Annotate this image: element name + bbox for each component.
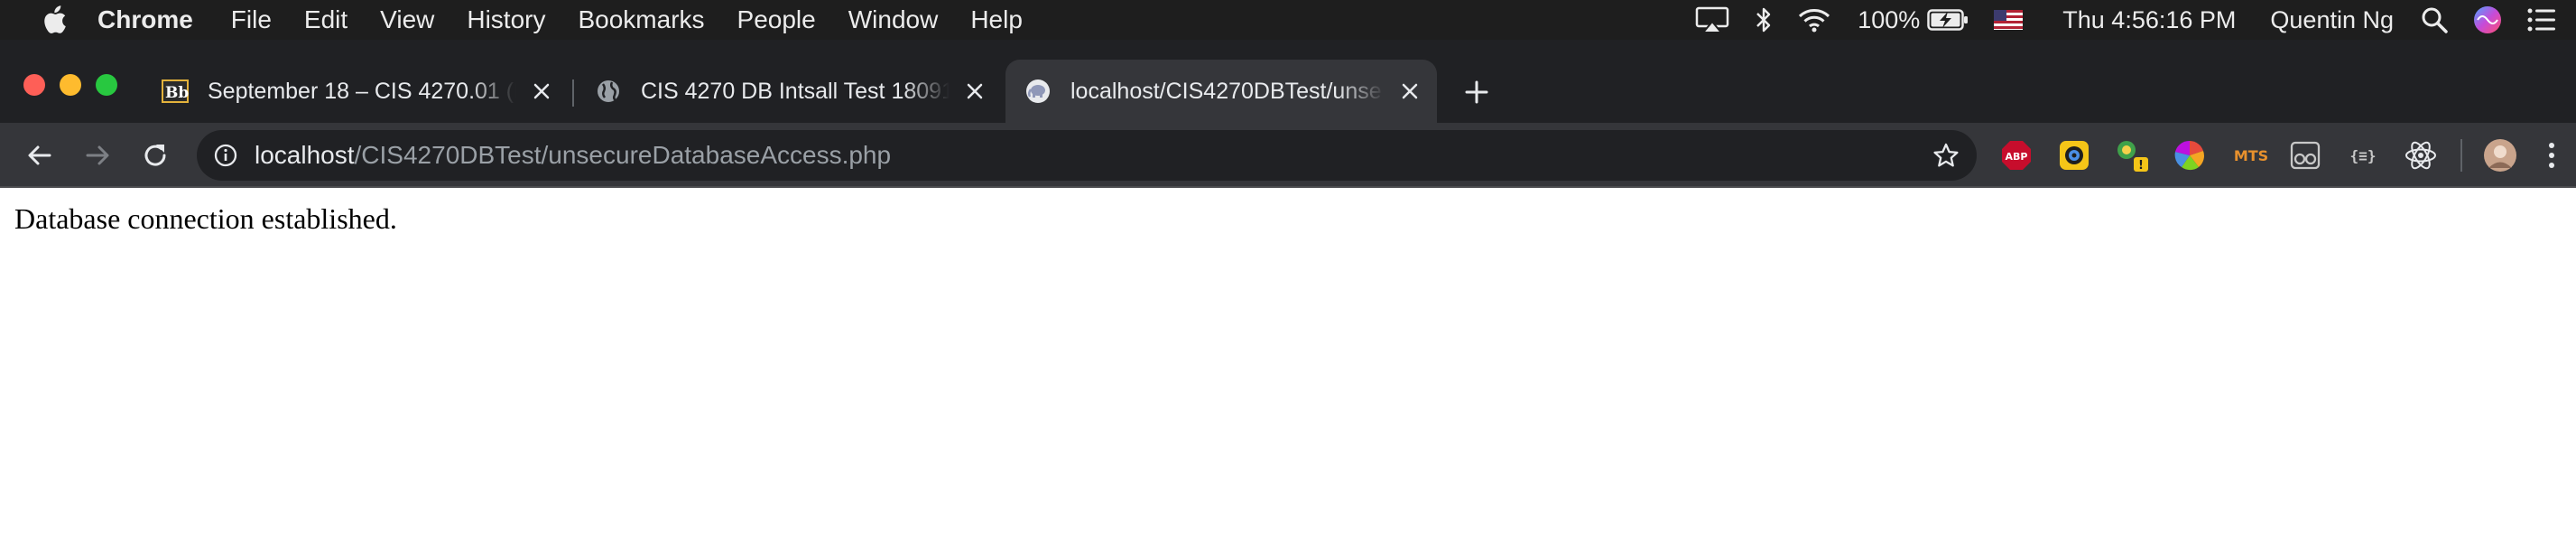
close-icon[interactable] — [1395, 77, 1424, 106]
close-icon[interactable] — [960, 77, 989, 106]
address-bar[interactable]: localhost/CIS4270DBTest/unsecureDatabase… — [197, 130, 1977, 181]
json-label: {≡} — [2350, 147, 2377, 164]
adblock-plus-icon[interactable]: ABP — [1998, 137, 2034, 173]
tab-title: localhost/CIS4270DBTest/unse — [1070, 78, 1382, 104]
reload-button[interactable] — [137, 137, 173, 173]
menu-people[interactable]: People — [721, 0, 832, 40]
tab-blackboard[interactable]: Bb September 18 – CIS 4270.01 (F — [144, 60, 569, 123]
menu-bar-clock[interactable]: Thu 4:56:16 PM — [2035, 0, 2256, 40]
menu-help[interactable]: Help — [954, 0, 1039, 40]
apple-menu-icon[interactable] — [34, 0, 74, 40]
fast-user-switch-name[interactable]: Quentin Ng — [2256, 0, 2408, 40]
chrome-menu-icon[interactable] — [2538, 137, 2565, 173]
connection-status-message: Database connection established. — [14, 202, 397, 235]
forward-button[interactable] — [79, 137, 116, 173]
tab-separator — [572, 79, 574, 107]
abp-label: ABP — [2006, 151, 2028, 163]
reader-glasses-extension-icon[interactable] — [2287, 137, 2323, 173]
window-zoom-button[interactable] — [96, 74, 117, 96]
notification-center-icon[interactable] — [2515, 0, 2576, 40]
menu-window[interactable]: Window — [832, 0, 955, 40]
tab-title: CIS 4270 DB Intsall Test 18091 — [641, 78, 950, 104]
tab-install-test[interactable]: CIS 4270 DB Intsall Test 18091 — [578, 60, 1002, 123]
menu-bar-status-area: 100% Thu 4:56:16 PM Quentin Ng — [1682, 0, 2576, 40]
profile-avatar[interactable] — [2482, 137, 2518, 173]
site-info-icon[interactable] — [213, 143, 238, 168]
tab-strip: Bb September 18 – CIS 4270.01 (F CIS 427… — [0, 40, 2576, 123]
blackboard-icon: Bb — [161, 77, 190, 106]
url-text[interactable]: localhost/CIS4270DBTest/unsecureDatabase… — [255, 141, 891, 170]
macos-menu-bar: Chrome File Edit View History Bookmarks … — [0, 0, 2576, 40]
back-button[interactable] — [22, 137, 58, 173]
bluetooth-icon[interactable] — [1742, 0, 1785, 40]
spotlight-search-icon[interactable] — [2408, 0, 2460, 40]
menu-bookmarks[interactable]: Bookmarks — [561, 0, 720, 40]
browser-toolbar: localhost/CIS4270DBTest/unsecureDatabase… — [0, 123, 2576, 188]
menu-history[interactable]: History — [450, 0, 561, 40]
us-flag-input-icon[interactable] — [1981, 0, 2035, 40]
window-close-button[interactable] — [23, 74, 45, 96]
tab-localhost-active[interactable]: localhost/CIS4270DBTest/unse — [1005, 60, 1437, 123]
globe-icon — [594, 77, 623, 106]
close-icon[interactable] — [527, 77, 556, 106]
php-elephant-icon — [1024, 77, 1052, 106]
menu-view[interactable]: View — [364, 0, 450, 40]
extension-badge: ! — [2138, 159, 2144, 173]
react-devtools-icon[interactable] — [2403, 137, 2439, 173]
window-minimize-button[interactable] — [60, 74, 81, 96]
battery-percent[interactable]: 100% — [1843, 0, 1925, 40]
color-picker-extension-icon[interactable] — [2172, 137, 2208, 173]
palette-extension-icon[interactable]: ! — [2114, 137, 2150, 173]
screen-recorder-extension-icon[interactable] — [2056, 137, 2092, 173]
mts-extension-icon[interactable]: MTS — [2229, 137, 2273, 173]
siri-icon[interactable] — [2460, 0, 2515, 40]
bookmark-star-icon[interactable] — [1932, 141, 1960, 170]
url-host: localhost — [255, 141, 355, 169]
mts-label: MTS — [2234, 147, 2268, 164]
json-viewer-extension-icon[interactable]: {≡} — [2345, 137, 2381, 173]
web-page-content: Database connection established. — [0, 188, 2576, 551]
wifi-icon[interactable] — [1785, 0, 1843, 40]
new-tab-button[interactable] — [1459, 74, 1495, 110]
menu-file[interactable]: File — [215, 0, 288, 40]
url-path: /CIS4270DBTest/unsecureDatabaseAccess.ph… — [354, 141, 892, 169]
battery-charging-icon[interactable] — [1925, 0, 1981, 40]
airplay-icon[interactable] — [1682, 0, 1742, 40]
toolbar-separator — [2460, 139, 2462, 172]
menu-app-chrome[interactable]: Chrome — [74, 0, 215, 40]
svg-text:Bb: Bb — [165, 84, 189, 102]
tab-title: September 18 – CIS 4270.01 (F — [208, 78, 516, 104]
menu-edit[interactable]: Edit — [288, 0, 364, 40]
